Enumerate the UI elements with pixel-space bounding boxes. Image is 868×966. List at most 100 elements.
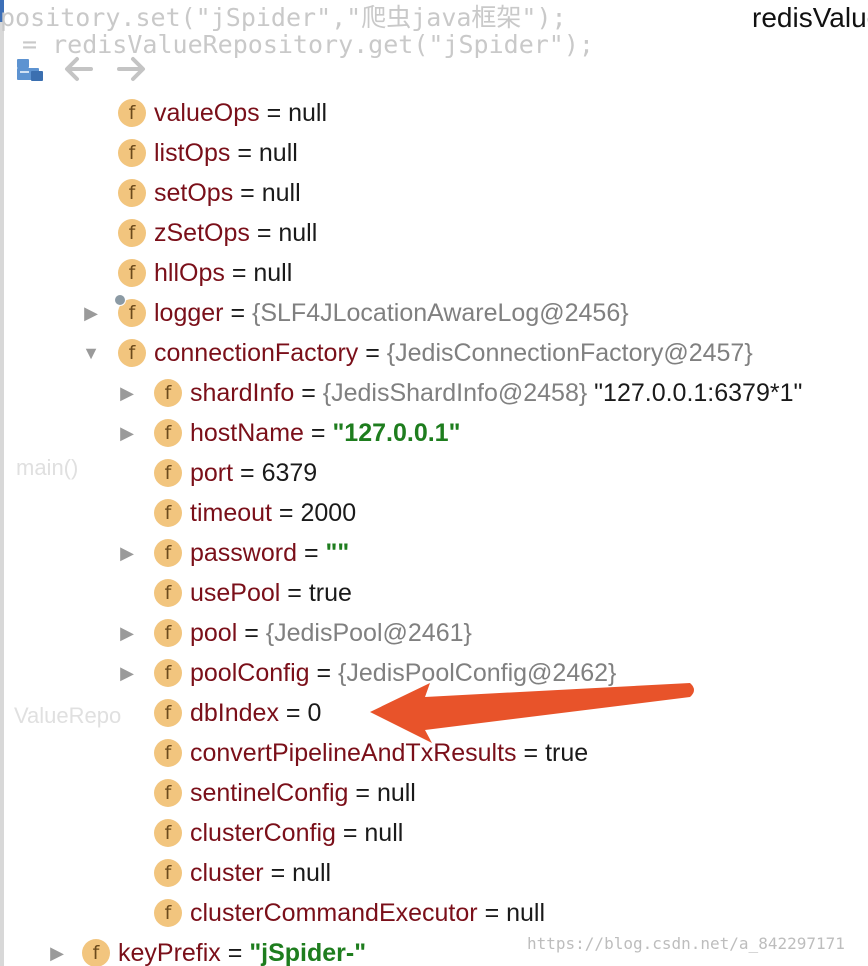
field-name: convertPipelineAndTxResults [190, 738, 517, 767]
field-value: true [545, 738, 589, 767]
equals-sign: = [249, 218, 279, 247]
tree-row-text: connectionFactory = {JedisConnectionFact… [154, 339, 753, 368]
expand-arrow-right-icon[interactable]: ▶ [116, 542, 138, 564]
field-icon-letter: f [128, 342, 136, 364]
field-name: usePool [190, 578, 281, 607]
field-name: shardInfo [190, 378, 295, 407]
tree-row-hllOps[interactable]: f hllOps = null [0, 253, 868, 293]
field-icon-letter: f [164, 422, 172, 444]
forward-arrow-icon[interactable] [114, 52, 148, 86]
tree-row-password[interactable]: ▶ f password = "" [0, 533, 868, 573]
field-icon-letter: f [128, 302, 136, 324]
tree-row-text: timeout = 2000 [190, 499, 356, 528]
expand-arrow-right-icon[interactable]: ▶ [116, 622, 138, 644]
expand-arrow-right-icon[interactable]: ▶ [46, 942, 68, 964]
field-icon: f [118, 259, 146, 287]
field-icon-letter: f [128, 142, 136, 164]
tree-row-sentinelConfig[interactable]: f sentinelConfig = null [0, 773, 868, 813]
field-value: true [308, 578, 352, 607]
tree-row-setOps[interactable]: f setOps = null [0, 173, 868, 213]
tree-row-usePool[interactable]: f usePool = true [0, 573, 868, 613]
field-icon-letter: f [164, 582, 172, 604]
tree-row-cluster[interactable]: f cluster = null [0, 853, 868, 893]
equals-sign: = [294, 378, 323, 407]
tree-row-listOps[interactable]: f listOps = null [0, 133, 868, 173]
frames-icon[interactable] [14, 52, 48, 86]
tree-row-poolConfig[interactable]: ▶ f poolConfig = {JedisPoolConfig@2462} [0, 653, 868, 693]
field-name: hostName [190, 418, 304, 447]
tree-row-text: port = 6379 [190, 459, 317, 488]
equals-sign: = [233, 458, 262, 487]
tree-row-text: pool = {JedisPool@2461} [190, 619, 472, 648]
access-modifier-icon [114, 294, 126, 306]
tree-row-connectionFactory[interactable]: ▼ f connectionFactory = {JedisConnectionFa… [0, 333, 868, 373]
tree-row-shardInfo[interactable]: ▶ f shardInfo = {JedisShardInfo@2458} "127… [0, 373, 868, 413]
tree-row-logger[interactable]: ▶ f logger = {SLF4JLocationAwareLog@2456} [0, 293, 868, 333]
equals-sign: = [309, 658, 339, 687]
field-value: null [292, 858, 332, 887]
tree-row-valueOps[interactable]: f valueOps = null [0, 93, 868, 133]
equals-sign: = [259, 98, 289, 127]
tree-row-convertPipelineAndTxResults[interactable]: f convertPipelineAndTxResults = true [0, 733, 868, 773]
field-value: {JedisPool@2461} [265, 618, 472, 647]
tree-row-pool[interactable]: ▶ f pool = {JedisPool@2461} [0, 613, 868, 653]
tree-row-text: cluster = null [190, 859, 331, 888]
equals-sign: = [335, 818, 365, 847]
field-value-tostring: "127.0.0.1:6379*1" [587, 378, 803, 407]
field-icon-letter: f [164, 662, 172, 684]
tree-row-text: dbIndex = 0 [190, 699, 321, 728]
field-value: "jSpider-" [249, 938, 367, 966]
tree-row-clusterCommandExecutor[interactable]: f clusterCommandExecutor = null [0, 893, 868, 933]
field-icon: f [118, 139, 146, 167]
ghost-code-line-1: pository.set("jSpider","爬虫java框架"); [0, 3, 567, 32]
field-name: poolConfig [190, 658, 310, 687]
equals-sign: = [516, 738, 546, 767]
debugger-variables-window: pository.set("jSpider","爬虫java框架"); = re… [0, 0, 868, 966]
tree-row-text: keyPrefix = "jSpider-" [118, 939, 366, 966]
field-name: pool [190, 618, 238, 647]
tree-row-text: usePool = true [190, 579, 352, 608]
field-value: null [253, 258, 293, 287]
tree-row-zSetOps[interactable]: f zSetOps = null [0, 213, 868, 253]
tree-row-timeout[interactable]: f timeout = 2000 [0, 493, 868, 533]
field-name: password [190, 538, 297, 567]
field-icon: f [154, 699, 182, 727]
equals-sign: = [358, 338, 387, 367]
field-icon-letter: f [164, 862, 172, 884]
field-value: 0 [307, 698, 322, 727]
tree-row-text: logger = {SLF4JLocationAwareLog@2456} [154, 299, 629, 328]
tree-row-text: shardInfo = {JedisShardInfo@2458} "127.0… [190, 379, 802, 408]
equals-sign: = [224, 258, 254, 287]
expand-arrow-right-icon[interactable]: ▶ [116, 382, 138, 404]
field-icon-letter: f [164, 902, 172, 924]
field-value: null [506, 898, 546, 927]
field-name: keyPrefix [118, 938, 221, 966]
tree-row-hostName[interactable]: ▶ f hostName = "127.0.0.1" [0, 413, 868, 453]
expand-arrow-right-icon[interactable]: ▶ [116, 662, 138, 684]
field-icon-letter: f [164, 622, 172, 644]
field-icon-letter: f [164, 742, 172, 764]
tree-row-text: zSetOps = null [154, 219, 317, 248]
expand-arrow-right-icon[interactable]: ▶ [80, 302, 102, 324]
tree-row-clusterConfig[interactable]: f clusterConfig = null [0, 813, 868, 853]
field-icon: f [154, 619, 182, 647]
field-value: "127.0.0.1" [332, 418, 461, 447]
equals-sign: = [303, 418, 333, 447]
field-icon-letter: f [164, 382, 172, 404]
tree-row-port[interactable]: f port = 6379 [0, 453, 868, 493]
back-arrow-icon[interactable] [62, 52, 96, 86]
expand-arrow-right-icon[interactable]: ▶ [116, 422, 138, 444]
field-name: valueOps [154, 98, 260, 127]
field-icon-letter: f [128, 102, 136, 124]
field-icon: f [118, 219, 146, 247]
field-value: {SLF4JLocationAwareLog@2456} [252, 298, 629, 327]
tree-row-text: convertPipelineAndTxResults = true [190, 739, 588, 768]
equals-sign: = [297, 538, 326, 567]
tree-row-text: valueOps = null [154, 99, 327, 128]
tree-row-dbIndex[interactable]: f dbIndex = 0 [0, 693, 868, 733]
debug-toolbar [4, 46, 868, 96]
expand-arrow-down-icon[interactable]: ▼ [80, 342, 102, 364]
equals-sign: = [271, 498, 301, 527]
field-icon: f [154, 779, 182, 807]
tree-row-text: hostName = "127.0.0.1" [190, 419, 460, 448]
